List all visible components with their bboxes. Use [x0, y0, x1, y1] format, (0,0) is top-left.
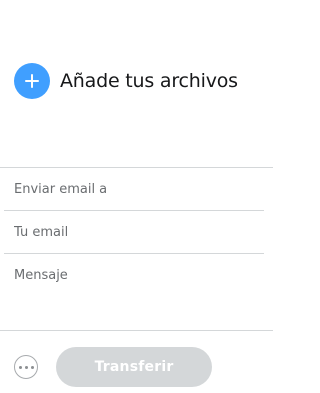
message-textarea[interactable] [4, 268, 264, 326]
recipient-email-input[interactable] [4, 168, 264, 210]
more-options-icon[interactable] [14, 355, 38, 379]
dot [30, 365, 34, 369]
divider [0, 330, 273, 331]
transfer-button[interactable]: Transferir [56, 347, 212, 387]
sender-email-input[interactable] [4, 211, 264, 253]
add-files-label: Añade tus archivos [60, 70, 238, 92]
add-files-button[interactable]: Añade tus archivos [14, 63, 238, 99]
divider [4, 253, 264, 254]
plus-icon[interactable] [14, 63, 50, 99]
transfer-panel: Añade tus archivos Transferir [0, 0, 273, 393]
dot [24, 365, 28, 369]
dot [18, 365, 22, 369]
